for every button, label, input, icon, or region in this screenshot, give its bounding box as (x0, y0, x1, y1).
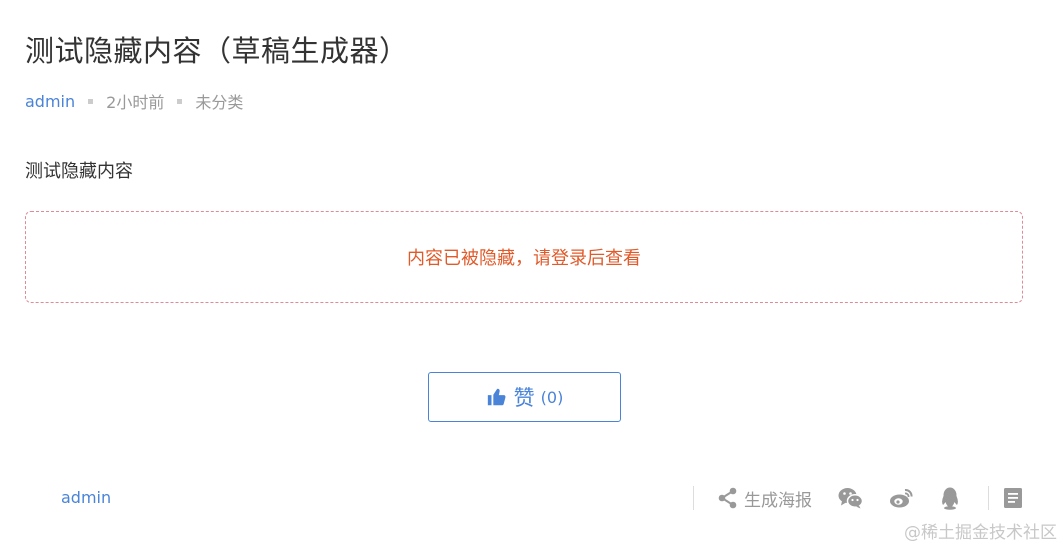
meta-separator-dot (177, 98, 183, 104)
qq-share-button[interactable] (940, 487, 960, 510)
hidden-content-box: 内容已被隐藏，请登录后查看 (25, 211, 1023, 303)
watermark: @稀土掘金技术社区 (904, 523, 1057, 543)
share-icon (718, 487, 737, 509)
toolbar-divider (693, 486, 694, 510)
wechat-icon (838, 488, 863, 509)
generate-poster-label: 生成海报 (744, 490, 812, 511)
weibo-share-button[interactable] (889, 487, 914, 509)
share-toolbar: 生成海报 (679, 484, 1023, 512)
like-button[interactable]: 赞 (0) (428, 372, 621, 422)
post-content: 测试隐藏内容 (25, 161, 133, 182)
qq-icon (942, 487, 958, 510)
document-icon (1004, 488, 1022, 508)
post-category[interactable]: 未分类 (195, 89, 243, 113)
post-title: 测试隐藏内容（草稿生成器） (25, 34, 409, 68)
post-page: 测试隐藏内容（草稿生成器） admin 2小时前 未分类 测试隐藏内容 内容已被… (0, 0, 1063, 547)
post-time: 2小时前 (106, 93, 165, 112)
document-button[interactable] (1003, 487, 1023, 509)
like-label: 赞 (513, 386, 535, 410)
author-link[interactable]: admin (25, 92, 75, 111)
hidden-content-message: 内容已被隐藏，请登录后查看 (407, 248, 641, 269)
toolbar-divider (988, 486, 989, 510)
post-meta: admin 2小时前 未分类 (25, 89, 243, 113)
wechat-share-button[interactable] (838, 487, 863, 509)
generate-poster-button[interactable]: 生成海报 (718, 486, 812, 511)
like-count: (0) (540, 387, 564, 407)
thumbs-up-icon (487, 388, 506, 406)
weibo-icon (890, 489, 913, 508)
footer-author-link[interactable]: admin (61, 488, 111, 507)
meta-separator-dot (88, 98, 94, 104)
